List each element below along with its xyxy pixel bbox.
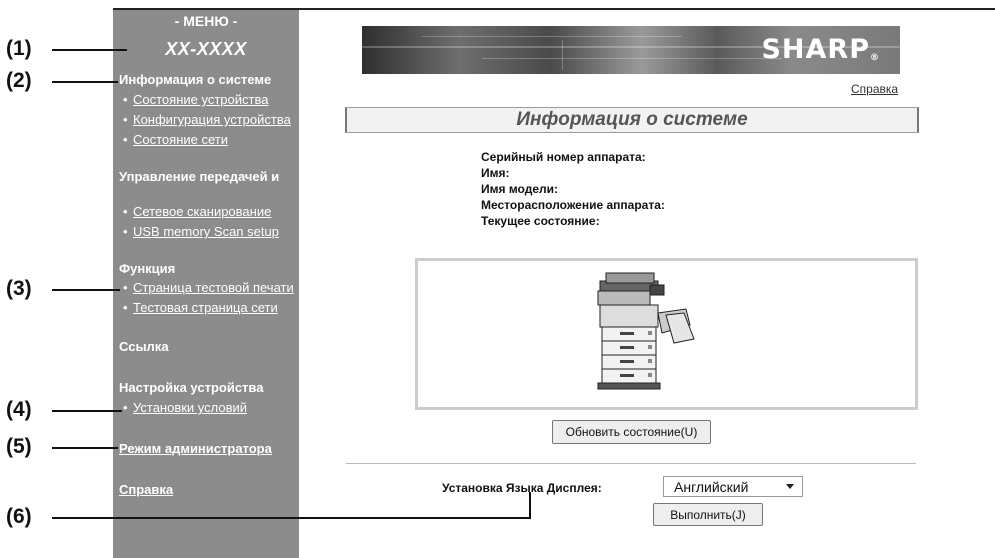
display-language-value: Английский (674, 478, 749, 495)
menu-admin-mode[interactable]: Режим администратора (119, 441, 272, 456)
callout-2: (2) (6, 69, 32, 92)
refresh-status-button[interactable]: Обновить состояние(U) (552, 420, 711, 444)
location-label: Месторасположение аппарата: (481, 198, 665, 212)
callout-line-5 (52, 447, 118, 449)
callout-line-3 (52, 289, 120, 291)
menu-item-network-test[interactable]: • Тестовая страница сети (123, 300, 278, 315)
divider (346, 463, 916, 464)
model-name-label: Имя модели: (481, 182, 559, 196)
menu-heading-transfer[interactable]: Управление передачей и (119, 169, 279, 184)
menu-item-network-status[interactable]: • Состояние сети (123, 132, 228, 147)
display-language-label: Установка Языка Дисплея: (442, 481, 602, 495)
callout-1: (1) (6, 37, 32, 60)
menu-heading-function[interactable]: Функция (119, 261, 175, 276)
callout-line-6 (52, 517, 530, 519)
menu-item-device-config[interactable]: • Конфигурация устройства (123, 112, 291, 127)
printer-image-frame (415, 258, 918, 410)
menu-item-usb-scan[interactable]: • USB memory Scan setup (123, 224, 279, 239)
execute-button[interactable]: Выполнить(J) (653, 503, 763, 526)
serial-number-label: Серийный номер аппарата: (481, 150, 646, 164)
help-link[interactable]: Справка (851, 82, 898, 96)
menu-item-device-status[interactable]: • Состояние устройства (123, 92, 268, 107)
name-label: Имя: (481, 166, 510, 180)
display-language-select[interactable]: Английский (663, 476, 803, 497)
sharp-logo: SHARP® (761, 34, 880, 65)
chevron-down-icon (786, 484, 794, 489)
menu-item-condition-settings[interactable]: • Установки условий (123, 400, 247, 415)
menu-help[interactable]: Справка (119, 482, 173, 497)
callout-3: (3) (6, 277, 32, 300)
page-title: Информация о системе (345, 107, 919, 133)
sharp-banner: SHARP® (362, 26, 900, 74)
menu-item-network-scan[interactable]: • Сетевое сканирование (123, 204, 271, 219)
callout-line-1 (52, 49, 127, 51)
menu-items: Информация о системе • Состояние устройст… (113, 10, 299, 558)
callout-line-2 (52, 81, 118, 83)
callout-4: (4) (6, 398, 32, 421)
menu-heading-system-info[interactable]: Информация о системе (119, 72, 271, 87)
menu-heading-link[interactable]: Ссылка (119, 339, 169, 354)
printer-image (597, 272, 695, 390)
menu-item-test-print[interactable]: • Страница тестовой печати (123, 280, 294, 295)
menu-heading-device-settings[interactable]: Настройка устройства (119, 380, 263, 395)
callout-line-6-vertical (529, 492, 531, 519)
callout-line-4 (52, 410, 122, 412)
callout-5: (5) (6, 435, 32, 458)
current-status-label: Текущее состояние: (481, 214, 600, 228)
callout-6: (6) (6, 505, 32, 528)
